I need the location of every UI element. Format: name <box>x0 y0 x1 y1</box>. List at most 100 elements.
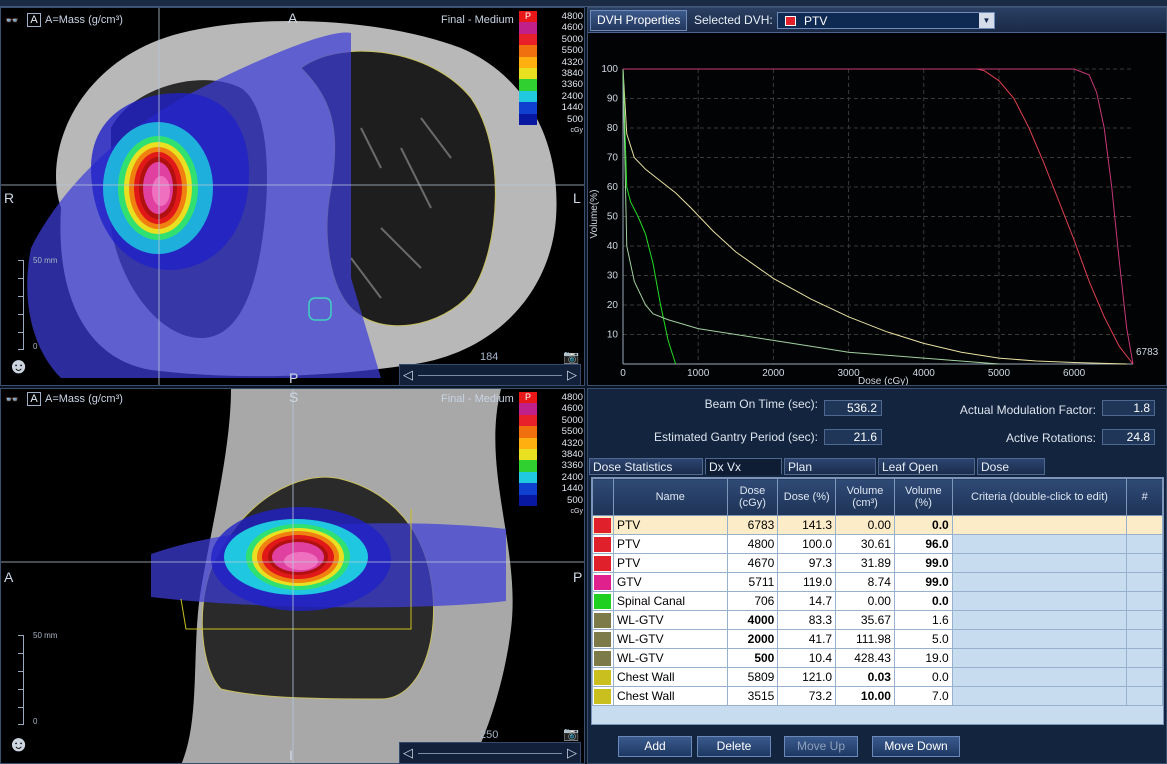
move-up-button[interactable]: Move Up <box>784 736 858 757</box>
tab-leaf-open-times[interactable]: Leaf Open Times <box>878 458 975 490</box>
ct-label[interactable]: A <box>27 13 41 27</box>
row-criteria[interactable] <box>951 610 1128 630</box>
row-dose-cgy: 4800 <box>726 534 779 554</box>
legend-badge: P <box>519 11 537 23</box>
table-row[interactable]: WL-GTV 4000 83.3 35.67 1.6 <box>592 610 1163 630</box>
slice-prev-icon[interactable]: ◁ <box>403 367 413 383</box>
dvh-chart[interactable]: 0 1000 2000 3000 4000 5000 6000 10 20 30 40 50 60 70 8… <box>588 33 1166 385</box>
x-tick-label: 0 <box>620 368 626 379</box>
slice-prev-icon[interactable]: ◁ <box>403 745 413 761</box>
slice-slider[interactable]: 184 ◁ ▷ <box>399 351 581 385</box>
row-volume-cm3: 30.61 <box>835 534 895 554</box>
row-hash <box>1126 515 1163 535</box>
row-criteria[interactable] <box>951 553 1128 573</box>
header-criteria: Criteria (double-click to edit) <box>951 478 1128 516</box>
row-dose-pct: 83.3 <box>777 610 837 630</box>
slice-slider[interactable]: 250 ◁ ▷ <box>399 729 581 763</box>
row-hash <box>1126 591 1163 611</box>
y-tick-label: 90 <box>607 94 619 105</box>
orient-bottom: P <box>289 370 299 386</box>
row-dose-cgy: 2000 <box>726 629 779 649</box>
axial-ct-image <box>1 8 584 385</box>
tab-dx-vx-values[interactable]: Dx Vx Values <box>705 458 782 490</box>
row-criteria[interactable] <box>951 667 1128 687</box>
mask-icon[interactable]: 👓 <box>5 14 19 27</box>
y-tick-label: 20 <box>607 300 619 311</box>
scale-ruler <box>18 635 37 725</box>
tab-dose-statistics[interactable]: Dose Statistics Table <box>589 458 703 490</box>
header-name: Name <box>612 478 728 516</box>
row-criteria[interactable] <box>951 591 1128 611</box>
orient-left: R <box>4 190 15 206</box>
move-down-button[interactable]: Move Down <box>872 736 960 757</box>
row-dose-pct: 73.2 <box>777 686 837 706</box>
camera-icon[interactable]: 📷 <box>563 726 579 742</box>
mask-icon[interactable]: 👓 <box>5 393 19 406</box>
density-label: A=Mass (g/cm³) <box>45 393 123 405</box>
row-dose-cgy: 3515 <box>726 686 779 706</box>
table-row[interactable]: WL-GTV 500 10.4 428.43 19.0 <box>592 648 1163 668</box>
table-row[interactable]: PTV 4800 100.0 30.61 96.0 <box>592 534 1163 554</box>
density-label: A=Mass (g/cm³) <box>45 14 123 26</box>
row-criteria[interactable] <box>951 686 1128 706</box>
add-button[interactable]: Add <box>618 736 692 757</box>
tab-plan-information[interactable]: Plan Information <box>784 458 876 490</box>
row-color-swatch <box>592 591 614 611</box>
row-name: Chest Wall <box>612 686 728 706</box>
scale-ruler <box>18 260 37 350</box>
row-hash <box>1126 553 1163 573</box>
slice-next-icon[interactable]: ▷ <box>567 367 577 383</box>
table-row[interactable]: PTV 4670 97.3 31.89 99.0 <box>592 553 1163 573</box>
row-volume-pct: 96.0 <box>893 534 953 554</box>
row-volume-pct: 7.0 <box>893 686 953 706</box>
ruler-label: 50 mm <box>33 631 58 640</box>
header-dose-pct: Dose (%) <box>777 478 837 516</box>
camera-icon[interactable]: 📷 <box>563 349 579 365</box>
selected-dvh-value: PTV <box>804 14 828 28</box>
beam-on-label: Beam On Time (sec): <box>704 397 818 411</box>
modulation-factor-value: 1.8 <box>1102 400 1155 416</box>
row-name: PTV <box>612 534 728 554</box>
row-criteria[interactable] <box>951 515 1128 535</box>
active-rotations-value: 24.8 <box>1102 429 1155 445</box>
row-dose-cgy: 4670 <box>726 553 779 573</box>
table-row[interactable]: WL-GTV 2000 41.7 111.98 5.0 <box>592 629 1163 649</box>
row-volume-pct: 0.0 <box>893 515 953 535</box>
delete-button[interactable]: Delete <box>697 736 771 757</box>
row-color-swatch <box>592 686 614 706</box>
orient-left: A <box>4 569 14 585</box>
orient-right: P <box>573 569 583 585</box>
ct-label[interactable]: A <box>27 392 41 406</box>
row-criteria[interactable] <box>951 629 1128 649</box>
row-volume-cm3: 35.67 <box>835 610 895 630</box>
row-volume-cm3: 0.03 <box>835 667 895 687</box>
ruler-label: 50 mm <box>33 256 58 265</box>
top-toolbar-strip <box>0 0 1167 7</box>
selected-dvh-dropdown[interactable]: PTV ▼ <box>777 12 995 29</box>
table-row[interactable]: PTV 6783 141.3 0.00 0.0 <box>592 515 1163 535</box>
row-name: WL-GTV <box>612 629 728 649</box>
dose-color-legend: P <box>519 11 537 125</box>
row-name: WL-GTV <box>612 648 728 668</box>
legend-labels: 4800 4600 5000 5500 4320 3840 3360 2400 1440 5… <box>561 11 583 135</box>
orient-top: S <box>289 389 299 405</box>
series-label: Final - Medium <box>441 14 514 26</box>
row-color-swatch <box>592 553 614 573</box>
chevron-down-icon[interactable]: ▼ <box>979 13 994 28</box>
info-tabs: Dose Statistics Table Dx Vx Values Plan … <box>589 458 1165 490</box>
table-row[interactable]: Spinal Canal 706 14.7 0.00 0.0 <box>592 591 1163 611</box>
slice-next-icon[interactable]: ▷ <box>567 745 577 761</box>
table-row[interactable]: Chest Wall 3515 73.2 10.00 7.0 <box>592 686 1163 706</box>
row-criteria[interactable] <box>951 648 1128 668</box>
dvh-header: DVH Properties Selected DVH: PTV ▼ <box>588 8 1166 33</box>
tab-dose-points[interactable]: Dose Points <box>977 458 1045 490</box>
row-criteria[interactable] <box>951 572 1128 592</box>
row-criteria[interactable] <box>951 534 1128 554</box>
axial-view[interactable]: 👓 A A=Mass (g/cm³) Final - Medium A R L … <box>0 7 585 386</box>
table-row[interactable]: Chest Wall 5809 121.0 0.03 0.0 <box>592 667 1163 687</box>
header-dose-cgy: Dose (cGy) <box>726 478 779 516</box>
sagittal-view[interactable]: 👓 A A=Mass (g/cm³) Final - Medium S A P … <box>0 388 585 764</box>
header-volume-pct: Volume (%) <box>893 478 953 516</box>
table-row[interactable]: GTV 5711 119.0 8.74 99.0 <box>592 572 1163 592</box>
dvh-properties-tab[interactable]: DVH Properties <box>590 10 688 31</box>
